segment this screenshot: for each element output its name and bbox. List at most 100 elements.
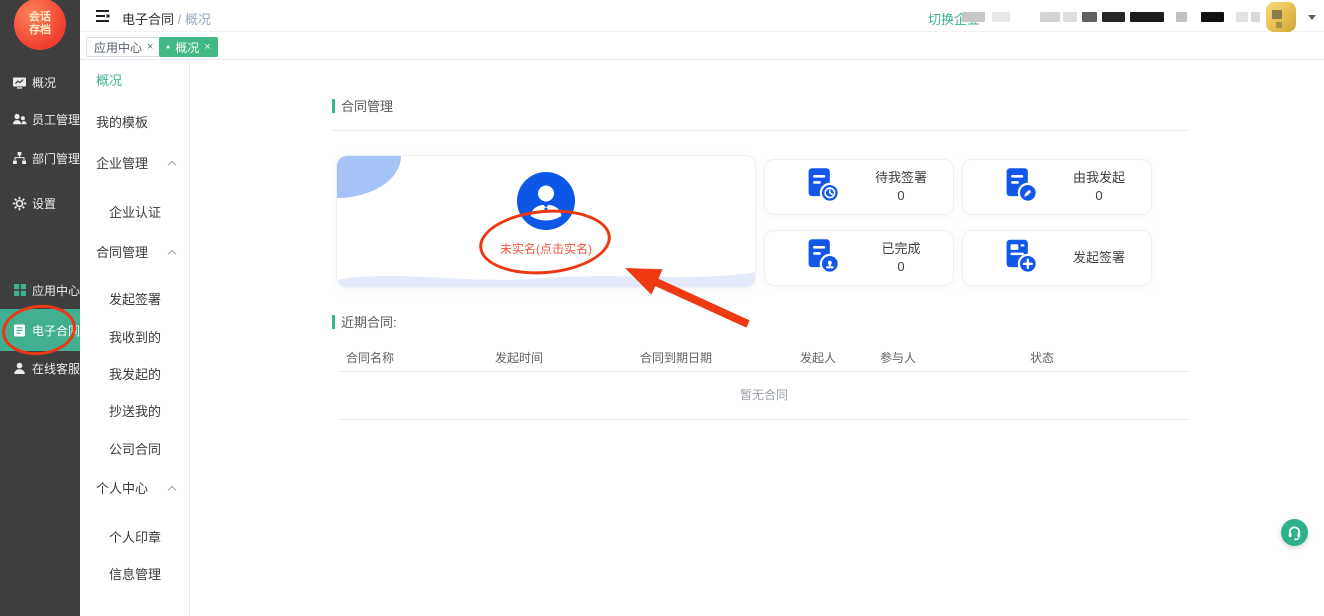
tab-app-center[interactable]: 应用中心 × (86, 37, 161, 57)
redacted-text (1130, 12, 1164, 22)
menu-item-company-contracts[interactable]: 公司合同 (80, 441, 190, 459)
contract-icon (12, 323, 27, 338)
sidebar-item-label: 应用中心 (32, 282, 80, 299)
redacted-user-info (962, 11, 1260, 23)
doc-clock-icon (803, 166, 841, 209)
menu-item-company-auth[interactable]: 企业认证 (80, 204, 190, 222)
stat-label: 发起签署 (1049, 249, 1149, 267)
menu-item-label: 企业认证 (109, 205, 161, 220)
redacted-text (1251, 12, 1260, 22)
stat-value: 0 (1049, 187, 1149, 205)
section-marker (332, 315, 335, 329)
apps-icon (12, 283, 27, 298)
stat-label: 由我发起 (1049, 169, 1149, 187)
employees-icon (12, 112, 27, 127)
sidebar-item-label: 设置 (32, 195, 56, 212)
support-person-icon (12, 361, 27, 376)
collapse-icon[interactable] (168, 250, 176, 258)
section-marker (332, 99, 335, 113)
dropdown-caret-icon[interactable] (1308, 15, 1316, 20)
sidebar-item-app-center[interactable]: 应用中心 (0, 280, 80, 300)
stat-card-completed[interactable]: 已完成 0 (764, 230, 954, 286)
column-header-initiated-time: 发起时间 (495, 349, 543, 366)
collapse-menu-icon[interactable] (96, 9, 112, 28)
menu-item-overview[interactable]: 概况 (80, 72, 190, 90)
redacted-text (962, 12, 985, 22)
breadcrumb-separator: / (178, 12, 182, 27)
stat-label: 已完成 (851, 240, 951, 258)
sidebar-item-employees[interactable]: 员工管理 (0, 109, 80, 129)
menu-item-label: 公司合同 (109, 442, 161, 457)
stat-card-initiated-by-me[interactable]: 由我发起 0 (962, 159, 1152, 215)
menu-group-company-mgmt[interactable]: 企业管理 (80, 155, 190, 173)
tab-overview[interactable]: ● 概况 × (159, 37, 218, 57)
menu-item-personal-seal[interactable]: 个人印章 (80, 529, 190, 547)
menu-item-label: 我发起的 (109, 367, 161, 382)
collapse-icon[interactable] (168, 161, 176, 169)
sidebar-item-online-support[interactable]: 在线客服 (0, 358, 80, 378)
sidebar-item-overview[interactable]: 概况 (0, 72, 80, 92)
sidebar-item-label: 概况 (32, 74, 56, 91)
section-contract-mgmt: 合同管理 (332, 96, 393, 115)
close-icon[interactable]: × (204, 41, 210, 53)
menu-item-label: 合同管理 (96, 245, 148, 260)
stat-card-initiate-signing[interactable]: 发起签署 (962, 230, 1152, 286)
menu-item-label: 概况 (96, 73, 122, 88)
breadcrumb: 电子合同 / 概况 (122, 9, 211, 28)
main-content: 合同管理 未实名(点击实名) (190, 60, 1324, 616)
menu-item-label: 个人中心 (96, 481, 148, 496)
tab-bar: 应用中心 × ● 概况 × (80, 32, 1324, 60)
menu-item-label: 信息管理 (109, 567, 161, 582)
empty-state-text: 暂无合同 (338, 386, 1190, 403)
realname-status-link[interactable]: 未实名(点击实名) (337, 240, 755, 257)
active-dot-icon: ● (166, 44, 170, 51)
column-header-status: 状态 (1030, 349, 1054, 366)
headset-icon (1285, 523, 1304, 542)
redacted-text (1063, 12, 1077, 22)
menu-item-received[interactable]: 我收到的 (80, 329, 190, 347)
section-title-text: 近期合同: (341, 312, 397, 331)
redacted-text (992, 12, 1010, 22)
redacted-text (1082, 12, 1097, 22)
breadcrumb-current: 概况 (185, 12, 211, 27)
decor-wave (337, 265, 756, 287)
menu-item-initiate-sign[interactable]: 发起签署 (80, 291, 190, 309)
sidebar-item-departments[interactable]: 部门管理 (0, 148, 80, 168)
column-header-contract-name: 合同名称 (346, 349, 394, 366)
user-avatar[interactable] (1266, 2, 1296, 32)
redacted-text (1040, 12, 1060, 22)
close-icon[interactable]: × (147, 41, 153, 53)
collapse-icon[interactable] (168, 486, 176, 494)
sidebar-item-settings[interactable]: 设置 (0, 193, 80, 213)
stat-card-awaiting-my-signature[interactable]: 待我签署 0 (764, 159, 954, 215)
menu-item-info-mgmt[interactable]: 信息管理 (80, 566, 190, 584)
breadcrumb-parent[interactable]: 电子合同 (122, 12, 174, 27)
doc-edit-icon (1001, 166, 1039, 209)
menu-group-personal-center[interactable]: 个人中心 (80, 480, 190, 498)
doc-add-icon (1001, 237, 1039, 280)
sidebar-item-label: 员工管理 (32, 111, 80, 128)
customer-service-fab[interactable] (1281, 519, 1308, 546)
decor-blob (337, 156, 401, 198)
divider (332, 130, 1190, 131)
redacted-text (1176, 12, 1187, 22)
section-recent-contracts: 近期合同: (332, 312, 397, 331)
app-logo[interactable]: 会话 存档 (14, 0, 66, 50)
topbar: 电子合同 / 概况 切换企业 (80, 0, 1324, 32)
redacted-text (1236, 12, 1248, 22)
logo-line1: 会话 (29, 11, 51, 24)
menu-item-my-templates[interactable]: 我的模板 (80, 114, 190, 132)
sidebar-item-label: 电子合同 (32, 322, 80, 339)
section-title-text: 合同管理 (341, 96, 393, 115)
realname-profile-card[interactable]: 未实名(点击实名) (336, 155, 756, 288)
menu-item-cc-me[interactable]: 抄送我的 (80, 403, 190, 421)
menu-item-label: 我的模板 (96, 115, 148, 130)
sidebar-item-e-contract[interactable]: 电子合同 (0, 309, 80, 351)
doc-stamp-icon (803, 237, 841, 280)
divider (338, 371, 1190, 372)
menu-item-label: 企业管理 (96, 156, 148, 171)
menu-item-label: 个人印章 (109, 530, 161, 545)
menu-item-initiated[interactable]: 我发起的 (80, 366, 190, 384)
menu-group-contract-mgmt[interactable]: 合同管理 (80, 244, 190, 262)
user-profile-avatar-icon[interactable] (517, 172, 575, 235)
